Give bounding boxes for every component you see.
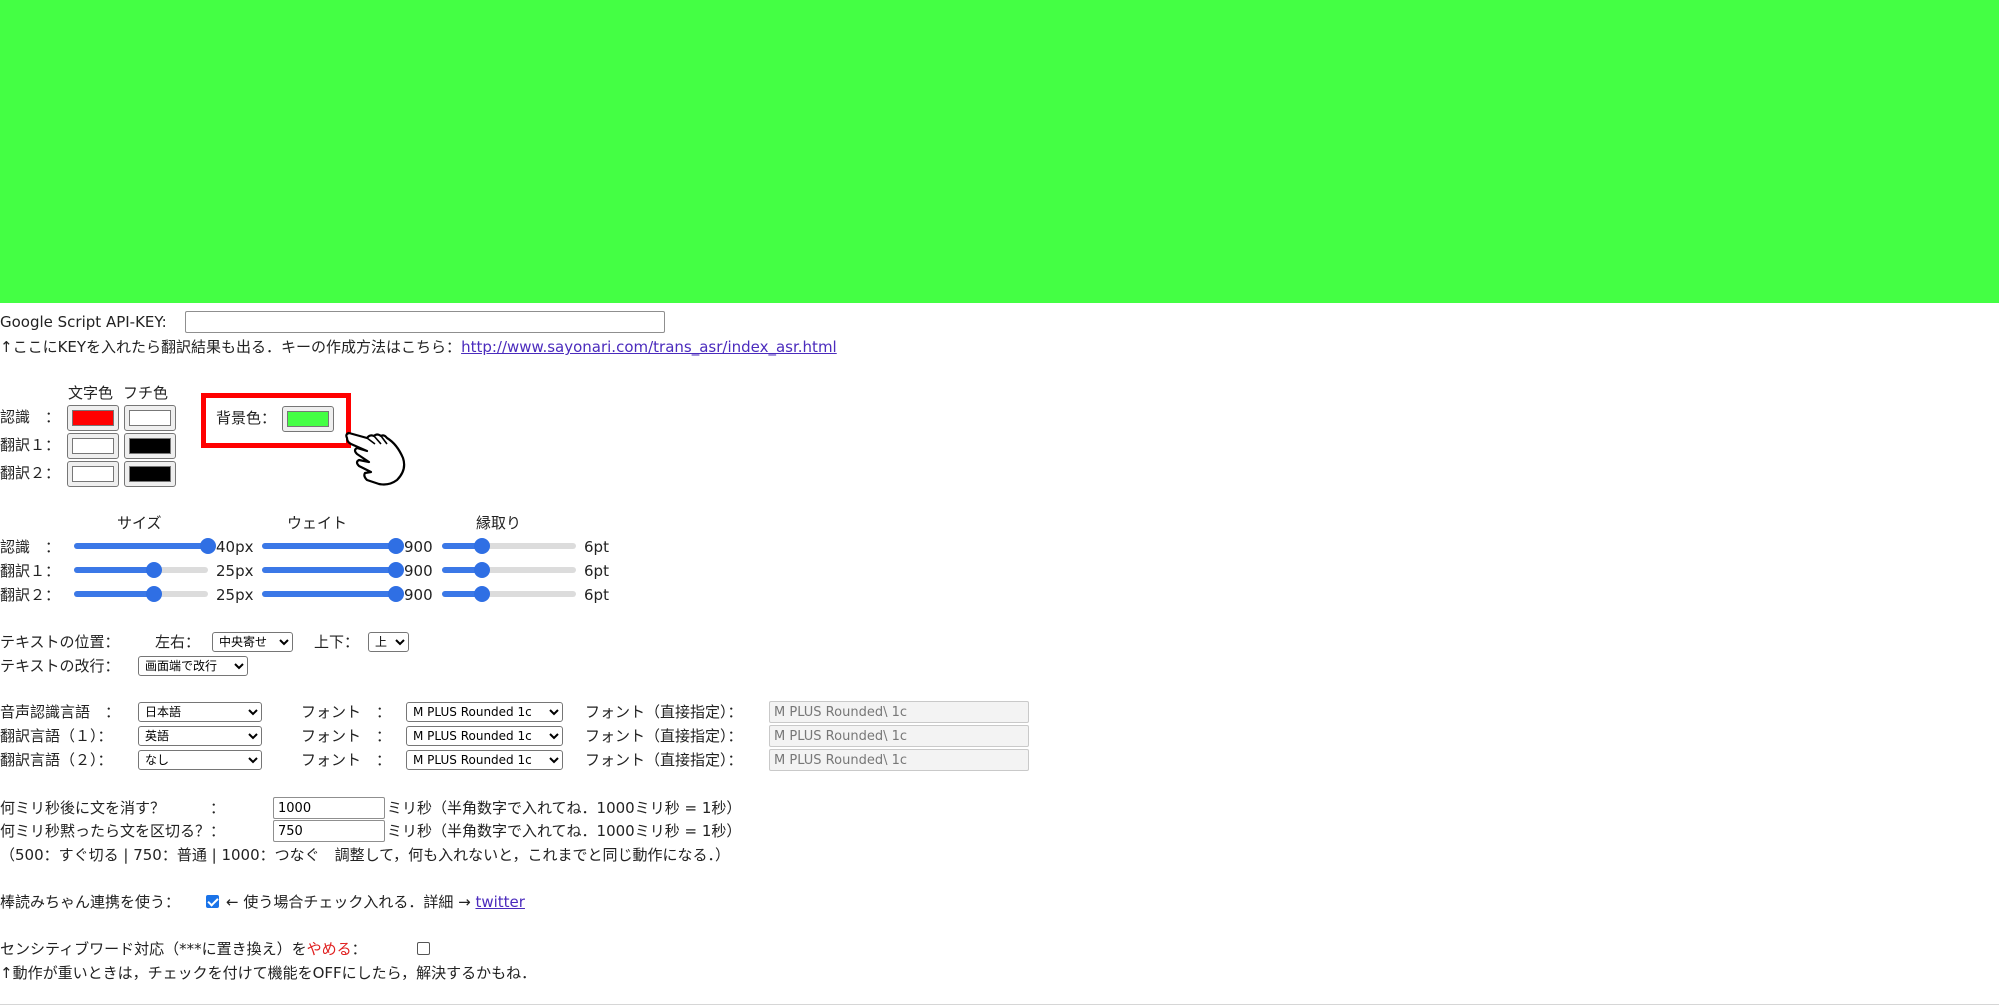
asr-size-slider[interactable] bbox=[74, 536, 216, 556]
split-delay-suffix: ミリ秒（半角数字で入れてね．1000ミリ秒 = 1秒） bbox=[387, 822, 742, 840]
font-label: フォント ： bbox=[301, 727, 392, 745]
lang-row-label-asr: 音声認識言語 ： bbox=[0, 703, 121, 721]
asr-size-value: 40px bbox=[216, 538, 254, 556]
asr-outline-color-picker[interactable] bbox=[124, 405, 176, 431]
trans1-weight-slider[interactable] bbox=[262, 560, 404, 580]
split-delay-input[interactable] bbox=[273, 820, 385, 842]
divider bbox=[0, 1004, 1999, 1005]
font-direct-label: フォント（直接指定）： bbox=[585, 751, 743, 769]
asr-outline-slider[interactable] bbox=[442, 536, 576, 556]
asr-outline-value: 6pt bbox=[584, 538, 609, 556]
trans2-font-select[interactable]: M PLUS Rounded 1c bbox=[406, 750, 563, 770]
horizontal-label: 左右： bbox=[155, 633, 201, 651]
sensitive-label-end: ： bbox=[351, 940, 367, 958]
trans1-outline-slider[interactable] bbox=[442, 560, 576, 580]
bouyomi-label: 棒読みちゃん連携を使う： bbox=[0, 893, 181, 911]
slider-header-size: サイズ bbox=[117, 514, 162, 532]
asr-font-select[interactable]: M PLUS Rounded 1c bbox=[406, 702, 563, 722]
erase-delay-suffix: ミリ秒（半角数字で入れてね．1000ミリ秒 = 1秒） bbox=[387, 799, 742, 817]
asr-text-color-picker[interactable] bbox=[67, 405, 119, 431]
twitter-link[interactable]: twitter bbox=[475, 893, 524, 911]
sensitive-checkbox[interactable] bbox=[417, 942, 430, 955]
sensitive-note: ↑動作が重いときは，チェックを付けて機能をOFFにしたら，解決するかもね． bbox=[0, 964, 537, 982]
trans2-font-direct-input[interactable] bbox=[769, 749, 1029, 771]
trans2-language-select[interactable]: なし bbox=[138, 750, 262, 770]
trans2-weight-slider[interactable] bbox=[262, 584, 404, 604]
bouyomi-checkbox[interactable] bbox=[206, 895, 219, 908]
trans1-language-select[interactable]: 英語 bbox=[138, 726, 262, 746]
font-direct-label: フォント（直接指定）： bbox=[585, 703, 743, 721]
sensitive-label-text: センシティブワード対応（***に置き換え）を bbox=[0, 940, 307, 958]
font-label: フォント ： bbox=[301, 751, 392, 769]
caption-preview-area bbox=[0, 0, 1999, 303]
lang-row-label-trans1: 翻訳言語（１）： bbox=[0, 727, 113, 745]
lang-row-label-trans2: 翻訳言語（２）： bbox=[0, 751, 113, 769]
color-row-label-trans1: 翻訳１： bbox=[0, 436, 61, 454]
api-key-hint-text: ↑ここにKEYを入れたら翻訳結果も出る．キーの作成方法はこちら： bbox=[0, 338, 462, 356]
text-position-label: テキストの位置： bbox=[0, 633, 120, 651]
vertical-align-select[interactable]: 上 bbox=[368, 632, 409, 652]
text-wrap-select[interactable]: 画面端で改行 bbox=[138, 656, 248, 676]
trans2-size-slider[interactable] bbox=[74, 584, 208, 604]
key-howto-link[interactable]: http://www.sayonari.com/trans_asr/index_… bbox=[461, 338, 837, 356]
asr-weight-slider[interactable] bbox=[262, 536, 404, 556]
swatch bbox=[129, 466, 171, 482]
asr-language-select[interactable]: 日本語 bbox=[138, 702, 262, 722]
split-delay-label: 何ミリ秒黙ったら文を区切る？： bbox=[0, 822, 226, 840]
erase-delay-label: 何ミリ秒後に文を消す？ ： bbox=[0, 799, 226, 817]
trans1-weight-value: 900 bbox=[404, 562, 433, 580]
trans1-font-select[interactable]: M PLUS Rounded 1c bbox=[406, 726, 563, 746]
text-wrap-label: テキストの改行： bbox=[0, 657, 120, 675]
api-key-label: Google Script API-KEY: bbox=[0, 313, 167, 331]
api-key-input[interactable] bbox=[185, 311, 665, 333]
trans1-outline-value: 6pt bbox=[584, 562, 609, 580]
sensitive-label: センシティブワード対応（***に置き換え）をやめる： bbox=[0, 939, 367, 959]
font-label: フォント ： bbox=[301, 703, 392, 721]
color-row-label-trans2: 翻訳２： bbox=[0, 464, 61, 482]
erase-delay-input[interactable] bbox=[273, 797, 385, 819]
header-outline-color: フチ色 bbox=[123, 384, 169, 402]
slider-row-label-asr: 認識 ： bbox=[0, 538, 61, 556]
timing-note: （500：すぐ切る | 750：普通 | 1000：つなぐ 調整して，何も入れな… bbox=[0, 846, 731, 864]
trans2-outline-value: 6pt bbox=[584, 586, 609, 604]
swatch bbox=[72, 410, 114, 426]
asr-weight-value: 900 bbox=[404, 538, 433, 556]
trans2-outline-slider[interactable] bbox=[442, 584, 576, 604]
bouyomi-suffix-text: ← 使う場合チェック入れる．詳細 → bbox=[226, 893, 471, 911]
swatch bbox=[72, 438, 114, 454]
horizontal-align-select[interactable]: 中央寄せ bbox=[212, 632, 293, 652]
sensitive-label-red: やめる bbox=[306, 940, 352, 958]
vertical-label: 上下： bbox=[314, 633, 360, 651]
header-text-color: 文字色 bbox=[68, 384, 114, 402]
trans1-text-color-picker[interactable] bbox=[67, 433, 119, 459]
trans1-outline-color-picker[interactable] bbox=[124, 433, 176, 459]
pointing-hand-icon bbox=[345, 431, 406, 486]
api-key-hint: ↑ここにKEYを入れたら翻訳結果も出る．キーの作成方法はこちら：http://w… bbox=[0, 337, 837, 357]
slider-row-label-trans1: 翻訳１： bbox=[0, 562, 61, 580]
slider-row-label-trans2: 翻訳２： bbox=[0, 586, 61, 604]
slider-header-weight: ウェイト bbox=[287, 514, 348, 532]
color-row-label-asr: 認識 ： bbox=[0, 408, 61, 426]
swatch bbox=[129, 410, 171, 426]
slider-header-outline: 縁取り bbox=[476, 514, 522, 532]
font-direct-label: フォント（直接指定）： bbox=[585, 727, 743, 745]
swatch bbox=[72, 466, 114, 482]
trans2-weight-value: 900 bbox=[404, 586, 433, 604]
trans1-size-value: 25px bbox=[216, 562, 254, 580]
swatch bbox=[129, 438, 171, 454]
trans2-size-value: 25px bbox=[216, 586, 254, 604]
trans2-outline-color-picker[interactable] bbox=[124, 461, 176, 487]
trans1-size-slider[interactable] bbox=[74, 560, 208, 580]
trans2-text-color-picker[interactable] bbox=[67, 461, 119, 487]
asr-font-direct-input[interactable] bbox=[769, 701, 1029, 723]
bouyomi-suffix: ← 使う場合チェック入れる．詳細 → twitter bbox=[226, 892, 525, 912]
highlight-box bbox=[201, 393, 351, 448]
trans1-font-direct-input[interactable] bbox=[769, 725, 1029, 747]
